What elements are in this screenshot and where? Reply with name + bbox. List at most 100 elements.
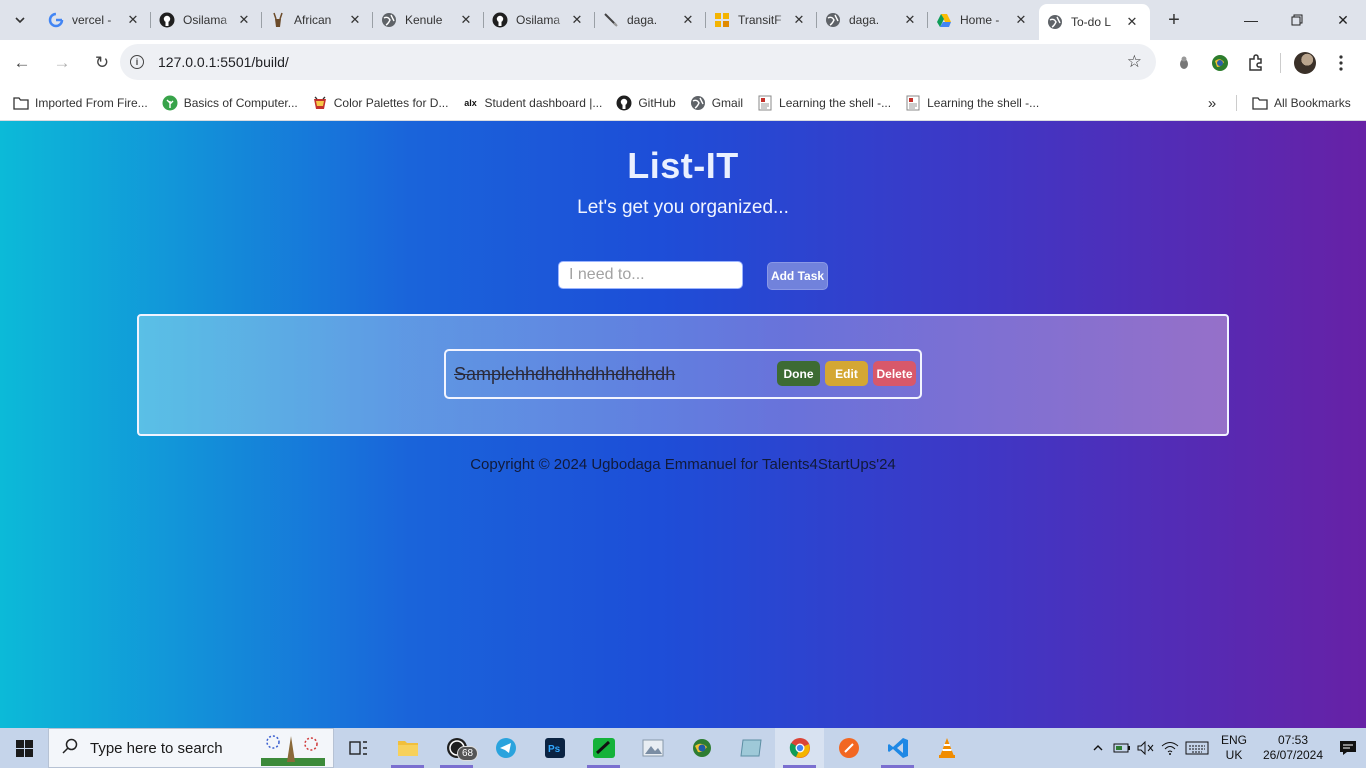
bookmark-star-icon[interactable]: ☆ <box>1127 52 1142 72</box>
address-bar[interactable]: i 127.0.0.1:5501/build/ ☆ <box>120 44 1156 80</box>
close-icon[interactable]: ✕ <box>791 12 807 28</box>
tab-3[interactable]: African ✕ <box>262 0 373 40</box>
chrome-icon[interactable] <box>775 728 824 768</box>
vlc-icon[interactable] <box>922 728 971 768</box>
volume-muted-icon[interactable] <box>1134 728 1158 768</box>
close-icon[interactable]: ✕ <box>125 12 141 28</box>
close-icon[interactable]: ✕ <box>1013 12 1029 28</box>
tab-9[interactable]: Home - ✕ <box>928 0 1039 40</box>
task-text[interactable]: Samplehhdhdhhdhhdhdhdh <box>454 364 675 385</box>
photoshop-icon[interactable]: Ps <box>530 728 579 768</box>
done-button[interactable]: Done <box>777 361 820 386</box>
clock[interactable]: 07:53 26/07/2024 <box>1256 733 1330 763</box>
profile-avatar[interactable] <box>1287 45 1323 81</box>
bookmark-label: Student dashboard |... <box>484 95 603 110</box>
tab-8[interactable]: daga. ✕ <box>817 0 928 40</box>
new-tab-button[interactable]: + <box>1156 2 1192 38</box>
file-explorer-icon[interactable] <box>383 728 432 768</box>
all-bookmarks-label: All Bookmarks <box>1274 96 1351 110</box>
green-app-icon[interactable] <box>579 728 628 768</box>
reload-icon[interactable]: ↻ <box>84 45 120 81</box>
close-icon[interactable]: ✕ <box>347 12 363 28</box>
avatar <box>1294 51 1316 74</box>
minimize-icon[interactable]: — <box>1228 0 1274 40</box>
window-controls: — ✕ <box>1228 0 1366 40</box>
antelope-icon <box>270 12 286 28</box>
bookmark-item[interactable]: Learning the shell -... <box>750 89 898 117</box>
tab-6[interactable]: daga. ✕ <box>595 0 706 40</box>
language-code: ENG <box>1220 733 1247 747</box>
globe-icon <box>381 12 397 28</box>
image-viewer-icon[interactable] <box>628 728 677 768</box>
globe-extension-icon[interactable] <box>1202 45 1238 81</box>
site-info-icon[interactable]: i <box>120 55 154 69</box>
telegram-icon[interactable] <box>481 728 530 768</box>
google-icon <box>48 12 64 28</box>
edit-button[interactable]: Edit <box>825 361 868 386</box>
windows-logo-icon <box>15 739 33 757</box>
tab-7[interactable]: TransitF ✕ <box>706 0 817 40</box>
tablet-app-icon[interactable] <box>726 728 775 768</box>
globe-app-icon[interactable] <box>677 728 726 768</box>
close-icon[interactable]: ✕ <box>236 12 252 28</box>
windows-taskbar: Type here to search 68 Ps ENG UK 07:53 2… <box>0 728 1366 768</box>
folder-icon <box>13 95 29 111</box>
close-icon[interactable]: ✕ <box>1124 14 1140 30</box>
tab-1[interactable]: vercel - ✕ <box>40 0 151 40</box>
taskbar-search[interactable]: Type here to search <box>48 728 334 768</box>
svg-text:Ps: Ps <box>548 744 561 755</box>
wifi-icon[interactable] <box>1158 728 1182 768</box>
bookmark-item[interactable]: Imported From Fire... <box>6 89 155 117</box>
close-icon[interactable]: ✕ <box>458 12 474 28</box>
task-input[interactable] <box>558 261 743 289</box>
battery-icon[interactable] <box>1110 728 1134 768</box>
tab-search-button[interactable] <box>0 0 40 40</box>
chevron-down-icon <box>6 6 34 34</box>
puzzle-extensions-icon[interactable] <box>1238 45 1274 81</box>
tab-title: daga. <box>627 13 658 27</box>
github-icon <box>616 95 632 111</box>
whatsapp-icon[interactable]: 68 <box>432 728 481 768</box>
bookmark-item[interactable]: alx Student dashboard |... <box>455 89 609 117</box>
tab-active[interactable]: To-do L ✕ <box>1039 4 1150 40</box>
menu-kebab-icon[interactable] <box>1323 45 1359 81</box>
close-icon[interactable]: ✕ <box>680 12 696 28</box>
bookmark-item[interactable]: GitHub <box>609 89 682 117</box>
vscode-icon[interactable] <box>873 728 922 768</box>
forward-icon[interactable]: → <box>44 45 80 81</box>
page-icon <box>757 95 773 111</box>
close-icon[interactable]: ✕ <box>902 12 918 28</box>
input-language[interactable]: ENG UK <box>1212 733 1256 763</box>
tab-4[interactable]: Kenule ✕ <box>373 0 484 40</box>
whatsapp-badge: 68 <box>457 746 479 761</box>
grid-icon <box>714 12 730 28</box>
add-task-button[interactable]: Add Task <box>767 262 828 290</box>
more-bookmarks-button[interactable]: » <box>1200 89 1224 117</box>
delete-button[interactable]: Delete <box>873 361 916 386</box>
orange-app-icon[interactable] <box>824 728 873 768</box>
restore-icon[interactable] <box>1274 0 1320 40</box>
chevron-up-icon[interactable] <box>1086 728 1110 768</box>
task-item: Samplehhdhdhhdhhdhdhdh Done Edit Delete <box>444 349 922 399</box>
tab-5[interactable]: Osilama ✕ <box>484 0 595 40</box>
bookmark-item[interactable]: Learning the shell -... <box>898 89 1046 117</box>
keyboard-icon[interactable] <box>1182 728 1212 768</box>
bookmark-item[interactable]: Color Palettes for D... <box>305 89 456 117</box>
bookmark-item[interactable]: Gmail <box>683 89 750 117</box>
close-icon[interactable]: ✕ <box>569 12 585 28</box>
tab-2[interactable]: Osilama ✕ <box>151 0 262 40</box>
task-view-icon[interactable] <box>334 728 383 768</box>
url-text[interactable]: 127.0.0.1:5501/build/ <box>158 54 289 70</box>
bookmark-label: Basics of Computer... <box>183 95 298 110</box>
close-window-icon[interactable]: ✕ <box>1320 0 1366 40</box>
bookmark-item[interactable]: Basics of Computer... <box>155 89 305 117</box>
notifications-icon[interactable] <box>1330 740 1366 756</box>
taskbar-search-placeholder: Type here to search <box>90 739 223 757</box>
bug-extension-icon[interactable] <box>1166 45 1202 81</box>
start-button[interactable] <box>0 728 48 768</box>
all-bookmarks-button[interactable]: All Bookmarks <box>1245 89 1358 117</box>
paris-illustration-icon <box>261 735 325 766</box>
back-icon[interactable]: ← <box>4 45 40 81</box>
tab-title: African <box>294 13 332 27</box>
github-icon <box>159 12 175 28</box>
